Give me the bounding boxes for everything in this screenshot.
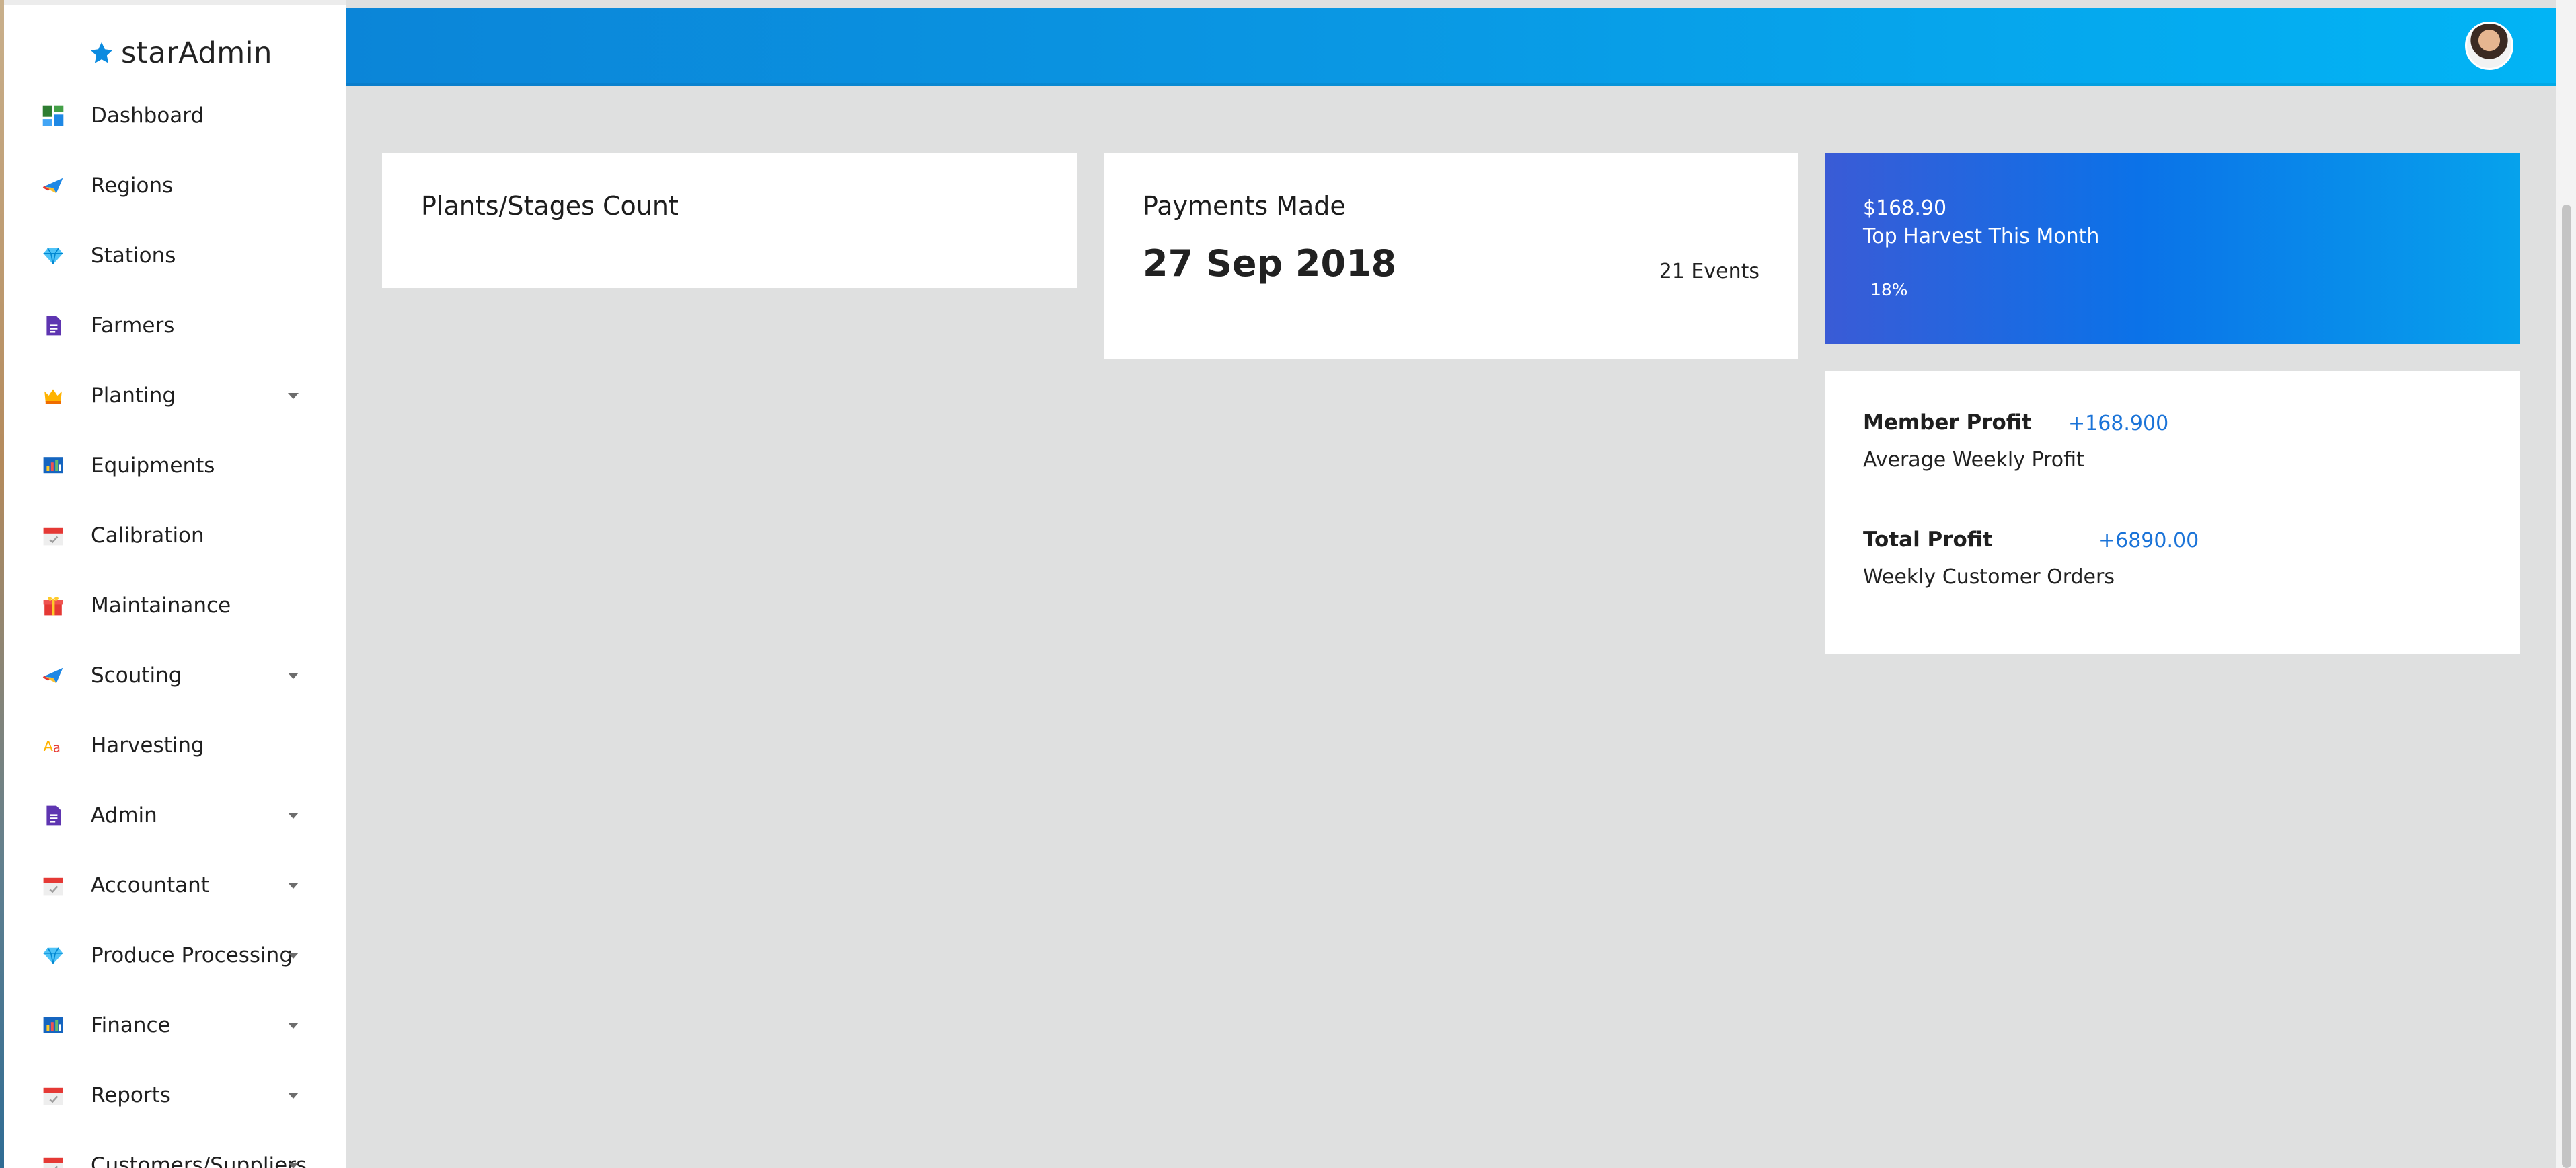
top-navbar	[346, 8, 2556, 86]
sidebar-item-reports[interactable]: Reports	[4, 1060, 346, 1130]
sidebar-item-calibration[interactable]: Calibration	[4, 501, 346, 571]
sidebar-item-label: Dashboard	[91, 104, 204, 128]
sidebar-item-stations[interactable]: Stations	[4, 221, 346, 291]
dashboard-icon	[40, 103, 66, 129]
events-count: 21 Events	[1659, 260, 1759, 283]
sidebar-item-label: Finance	[91, 1013, 171, 1037]
svg-text:a: a	[53, 742, 61, 756]
sidebar-item-farmers[interactable]: Farmers	[4, 291, 346, 361]
sidebar-item-finance[interactable]: Finance	[4, 990, 346, 1060]
sidebar-item-label: Maintainance	[91, 593, 231, 618]
chart-icon	[40, 453, 66, 478]
payments-card: Payments Made 27 Sep 2018 21 Events	[1104, 153, 1798, 359]
chart-icon	[40, 1013, 66, 1038]
sidebar: starAdmin Dashboard Regions Stations Farmer…	[4, 5, 346, 1168]
window-edge	[0, 0, 4, 1168]
navbar-shadow	[346, 83, 2556, 86]
sidebar-item-label: Reports	[91, 1083, 171, 1107]
chevron-down-icon[interactable]	[288, 1022, 299, 1029]
sidebar-item-regions[interactable]: Regions	[4, 151, 346, 221]
harvest-subtitle: Top Harvest This Month	[1863, 225, 2100, 248]
member-profit-subtitle: Average Weekly Profit	[1863, 448, 2084, 472]
sidebar-item-maintainance[interactable]: Maintainance	[4, 571, 346, 641]
chevron-down-icon[interactable]	[288, 812, 299, 819]
font-icon: Aa	[40, 733, 66, 758]
calendar-icon	[40, 1153, 66, 1168]
page-scrollbar[interactable]	[2556, 0, 2576, 1168]
star-icon	[90, 42, 113, 63]
sidebar-item-harvesting[interactable]: Aa Harvesting	[4, 710, 346, 780]
top-harvest-card: $168.90 Top Harvest This Month 18%	[1825, 153, 2520, 344]
sidebar-item-produce-processing[interactable]: Produce Processing	[4, 920, 346, 990]
chevron-down-icon[interactable]	[288, 672, 299, 679]
diamond-icon	[40, 243, 66, 268]
crown-icon	[40, 383, 66, 408]
sidebar-item-label: Equipments	[91, 453, 215, 478]
paper-plane-icon	[40, 663, 66, 688]
sidebar-item-label: Admin	[91, 803, 157, 828]
gift-icon	[40, 593, 66, 618]
sidebar-item-label: Produce Processing	[91, 943, 293, 968]
document-icon	[40, 313, 66, 338]
harvest-percent: 18%	[1870, 280, 1908, 299]
chevron-down-icon[interactable]	[288, 392, 299, 399]
brand-logo[interactable]: starAdmin	[89, 30, 272, 77]
sidebar-item-customers-suppliers[interactable]: Customers/Suppliers	[4, 1130, 346, 1168]
sidebar-item-label: Regions	[91, 174, 174, 198]
member-profit-title: Member Profit	[1863, 410, 2032, 435]
harvest-amount: $168.90	[1863, 196, 1947, 220]
sidebar-item-label: Calibration	[91, 523, 204, 548]
sidebar-item-accountant[interactable]: Accountant	[4, 850, 346, 920]
payments-date: 27 Sep 2018	[1143, 242, 1397, 285]
plants-stages-card: Plants/Stages Count	[382, 153, 1077, 288]
chevron-down-icon[interactable]	[288, 1162, 299, 1168]
sidebar-item-planting[interactable]: Planting	[4, 361, 346, 431]
plants-stages-title: Plants/Stages Count	[421, 191, 679, 221]
scrollbar-thumb[interactable]	[2562, 205, 2571, 1168]
sidebar-item-label: Farmers	[91, 314, 175, 338]
chevron-down-icon[interactable]	[288, 882, 299, 889]
total-profit-title: Total Profit	[1863, 527, 1993, 552]
sidebar-item-label: Planting	[91, 384, 176, 408]
sidebar-item-label: Customers/Suppliers	[91, 1153, 307, 1168]
chevron-down-icon[interactable]	[288, 952, 299, 959]
chevron-down-icon[interactable]	[288, 1092, 299, 1099]
total-profit-value: +6890.00	[2098, 529, 2199, 552]
window-top-edge	[0, 0, 346, 5]
sidebar-item-label: Harvesting	[91, 733, 204, 758]
sidebar-item-scouting[interactable]: Scouting	[4, 641, 346, 710]
sidebar-item-label: Accountant	[91, 873, 209, 898]
svg-text:A: A	[44, 738, 54, 754]
calendar-icon	[40, 523, 66, 548]
calendar-icon	[40, 1083, 66, 1108]
sidebar-item-equipments[interactable]: Equipments	[4, 431, 346, 501]
sidebar-item-label: Stations	[91, 244, 176, 268]
member-profit-value: +168.900	[2068, 412, 2169, 435]
sidebar-item-dashboard[interactable]: Dashboard	[4, 81, 346, 151]
sidebar-item-admin[interactable]: Admin	[4, 780, 346, 850]
calendar-icon	[40, 873, 66, 898]
profit-card: Member Profit +168.900 Average Weekly Pr…	[1825, 371, 2520, 654]
payments-title: Payments Made	[1143, 191, 1346, 221]
document-icon	[40, 803, 66, 828]
diamond-icon	[40, 943, 66, 968]
total-profit-subtitle: Weekly Customer Orders	[1863, 565, 2115, 589]
brand-name: starAdmin	[121, 36, 272, 70]
user-avatar[interactable]	[2465, 22, 2513, 70]
sidebar-item-label: Scouting	[91, 663, 182, 688]
paper-plane-icon	[40, 173, 66, 198]
